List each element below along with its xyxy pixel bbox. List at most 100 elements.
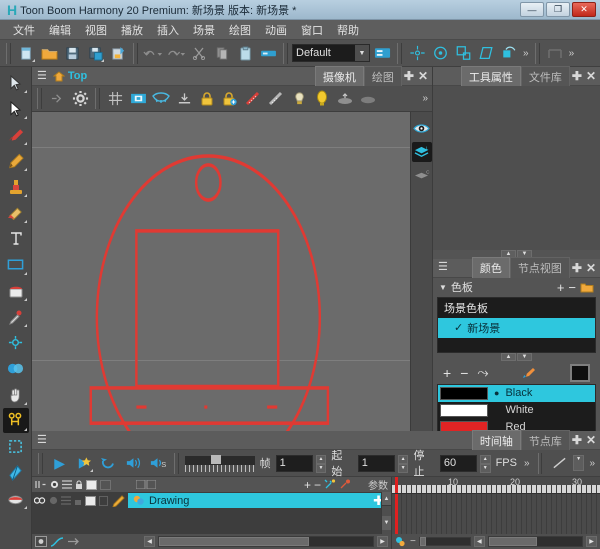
- shadow2-icon[interactable]: [357, 88, 379, 110]
- playbar-overflow[interactable]: »: [522, 458, 532, 469]
- rotate-anim-icon[interactable]: [429, 42, 451, 64]
- menu-item-animation[interactable]: 动画: [258, 20, 294, 40]
- add-node-icon[interactable]: [324, 479, 336, 490]
- stop-stepper[interactable]: ▲▼: [480, 455, 491, 472]
- zoom-out-icon[interactable]: −: [410, 536, 416, 547]
- redo-icon[interactable]: [165, 42, 187, 64]
- tab-node-view[interactable]: 节点视图: [510, 257, 570, 278]
- toolbar-overflow-button-2[interactable]: »: [567, 48, 577, 59]
- sound-icon[interactable]: [122, 452, 143, 474]
- save-icon[interactable]: [61, 42, 83, 64]
- add-color-button[interactable]: +: [443, 365, 451, 381]
- light-icon[interactable]: [288, 88, 310, 110]
- add-color-panel-button[interactable]: ✚: [570, 261, 584, 275]
- table-row[interactable]: Drawing ✚: [32, 492, 391, 509]
- layer-scroll-down[interactable]: ▼: [382, 516, 391, 530]
- play-button[interactable]: ▶: [49, 452, 70, 474]
- play-selection-icon[interactable]: [73, 452, 94, 474]
- view-menu-icon[interactable]: ☰: [34, 71, 50, 82]
- align-icon[interactable]: [173, 88, 195, 110]
- color-menu-icon[interactable]: ☰: [435, 262, 451, 273]
- frame-zoom-slider[interactable]: [419, 537, 471, 546]
- layer-hscrollbar[interactable]: [158, 536, 374, 547]
- dropper-tool[interactable]: [3, 304, 29, 329]
- transform-anim-icon[interactable]: [406, 42, 428, 64]
- toolbar-overflow-button[interactable]: »: [521, 48, 531, 59]
- paint-tool[interactable]: [3, 278, 29, 303]
- frame-stepper-up[interactable]: ▲: [316, 455, 327, 464]
- chevron-down-icon[interactable]: ▼: [355, 45, 369, 61]
- flip-anim-icon[interactable]: [498, 42, 520, 64]
- slider-knob[interactable]: [211, 455, 221, 464]
- onion-skin-icon[interactable]: [46, 88, 68, 110]
- add-panel-button[interactable]: ✚: [570, 69, 584, 83]
- menu-item-help[interactable]: 帮助: [330, 20, 366, 40]
- layer-scrollbar[interactable]: ▲ ▼: [381, 492, 391, 534]
- close-color-panel-button[interactable]: ✕: [584, 261, 598, 275]
- start-stepper-up[interactable]: ▲: [398, 455, 409, 464]
- stop-stepper-up[interactable]: ▲: [480, 455, 491, 464]
- settings-icon[interactable]: [69, 88, 91, 110]
- onion-column-icon[interactable]: [62, 480, 72, 489]
- transform-tool[interactable]: [3, 408, 29, 433]
- start-stepper-down[interactable]: ▼: [398, 464, 409, 473]
- interpolation-chevron[interactable]: ▼: [573, 455, 585, 471]
- playhead[interactable]: [395, 477, 398, 493]
- save-as-icon[interactable]: [107, 42, 129, 64]
- skew-anim-icon[interactable]: [475, 42, 497, 64]
- layers-alt-icon[interactable]: C: [412, 166, 432, 186]
- close-panel-button[interactable]: ✕: [584, 69, 598, 83]
- arrow-right-icon[interactable]: [67, 537, 81, 546]
- start-input[interactable]: 1: [358, 455, 395, 472]
- tab-camera[interactable]: 摄像机: [315, 66, 364, 87]
- bulb-icon[interactable]: [311, 88, 333, 110]
- light-table-icon[interactable]: [127, 88, 149, 110]
- cut-icon[interactable]: [188, 42, 210, 64]
- timeline-ruler[interactable]: 10 20 30: [392, 477, 600, 494]
- layer-hscroll-right[interactable]: ▶: [377, 536, 388, 547]
- morph-tool[interactable]: [3, 356, 29, 381]
- menu-item-play[interactable]: 播放: [114, 20, 150, 40]
- view-toolbar-overflow[interactable]: »: [420, 93, 430, 104]
- shadow-icon[interactable]: [334, 88, 356, 110]
- hand-tool[interactable]: [3, 382, 29, 407]
- ruler-icon[interactable]: [242, 88, 264, 110]
- layers-icon[interactable]: L: [412, 142, 432, 162]
- playbar-overflow-2[interactable]: »: [587, 458, 597, 469]
- frame-zoom-thumb[interactable]: [420, 537, 426, 546]
- palette-list-item[interactable]: ✓ 新场景: [438, 318, 595, 338]
- close-view-button[interactable]: ✕: [416, 69, 430, 83]
- ease-curve-icon[interactable]: [50, 536, 64, 547]
- sound-scrub-icon[interactable]: S: [146, 452, 167, 474]
- lock-column-icon[interactable]: [75, 480, 83, 490]
- current-color-swatch[interactable]: [570, 364, 590, 382]
- clone-color-button[interactable]: ⤳: [477, 364, 488, 381]
- tab-drawing[interactable]: 绘图: [364, 66, 402, 87]
- frame-stepper-down[interactable]: ▼: [316, 464, 327, 473]
- remove-palette-button[interactable]: −: [568, 280, 576, 295]
- layer-hscroll-left[interactable]: ◀: [144, 536, 155, 547]
- eraser-tool[interactable]: [3, 200, 29, 225]
- close-timeline-button[interactable]: ✕: [584, 433, 598, 447]
- brush-icon[interactable]: [522, 367, 536, 379]
- menu-item-scene[interactable]: 场景: [186, 20, 222, 40]
- select-tool[interactable]: [3, 70, 29, 95]
- interpolation-icon[interactable]: [548, 452, 569, 474]
- visibility-icon[interactable]: [50, 480, 59, 489]
- new-scene-icon[interactable]: [15, 42, 37, 64]
- frames-hscrollbar[interactable]: [488, 536, 583, 547]
- deform-icon[interactable]: [544, 42, 566, 64]
- add-layer-button[interactable]: +: [304, 478, 311, 492]
- menu-item-insert[interactable]: 插入: [150, 20, 186, 40]
- folder-icon[interactable]: [580, 282, 594, 293]
- menu-item-edit[interactable]: 编辑: [42, 20, 78, 40]
- perspective-tool[interactable]: [3, 460, 29, 485]
- lock-add-icon[interactable]: [219, 88, 241, 110]
- scale-anim-icon[interactable]: [452, 42, 474, 64]
- color-splitter-down[interactable]: ▼: [517, 353, 532, 361]
- remove-color-button[interactable]: −: [460, 365, 468, 381]
- layer-scroll-up[interactable]: ▲: [382, 492, 391, 506]
- workspace-combo[interactable]: Default ▼: [292, 44, 370, 62]
- stop-input[interactable]: 60: [440, 455, 477, 472]
- start-stepper[interactable]: ▲▼: [398, 455, 409, 472]
